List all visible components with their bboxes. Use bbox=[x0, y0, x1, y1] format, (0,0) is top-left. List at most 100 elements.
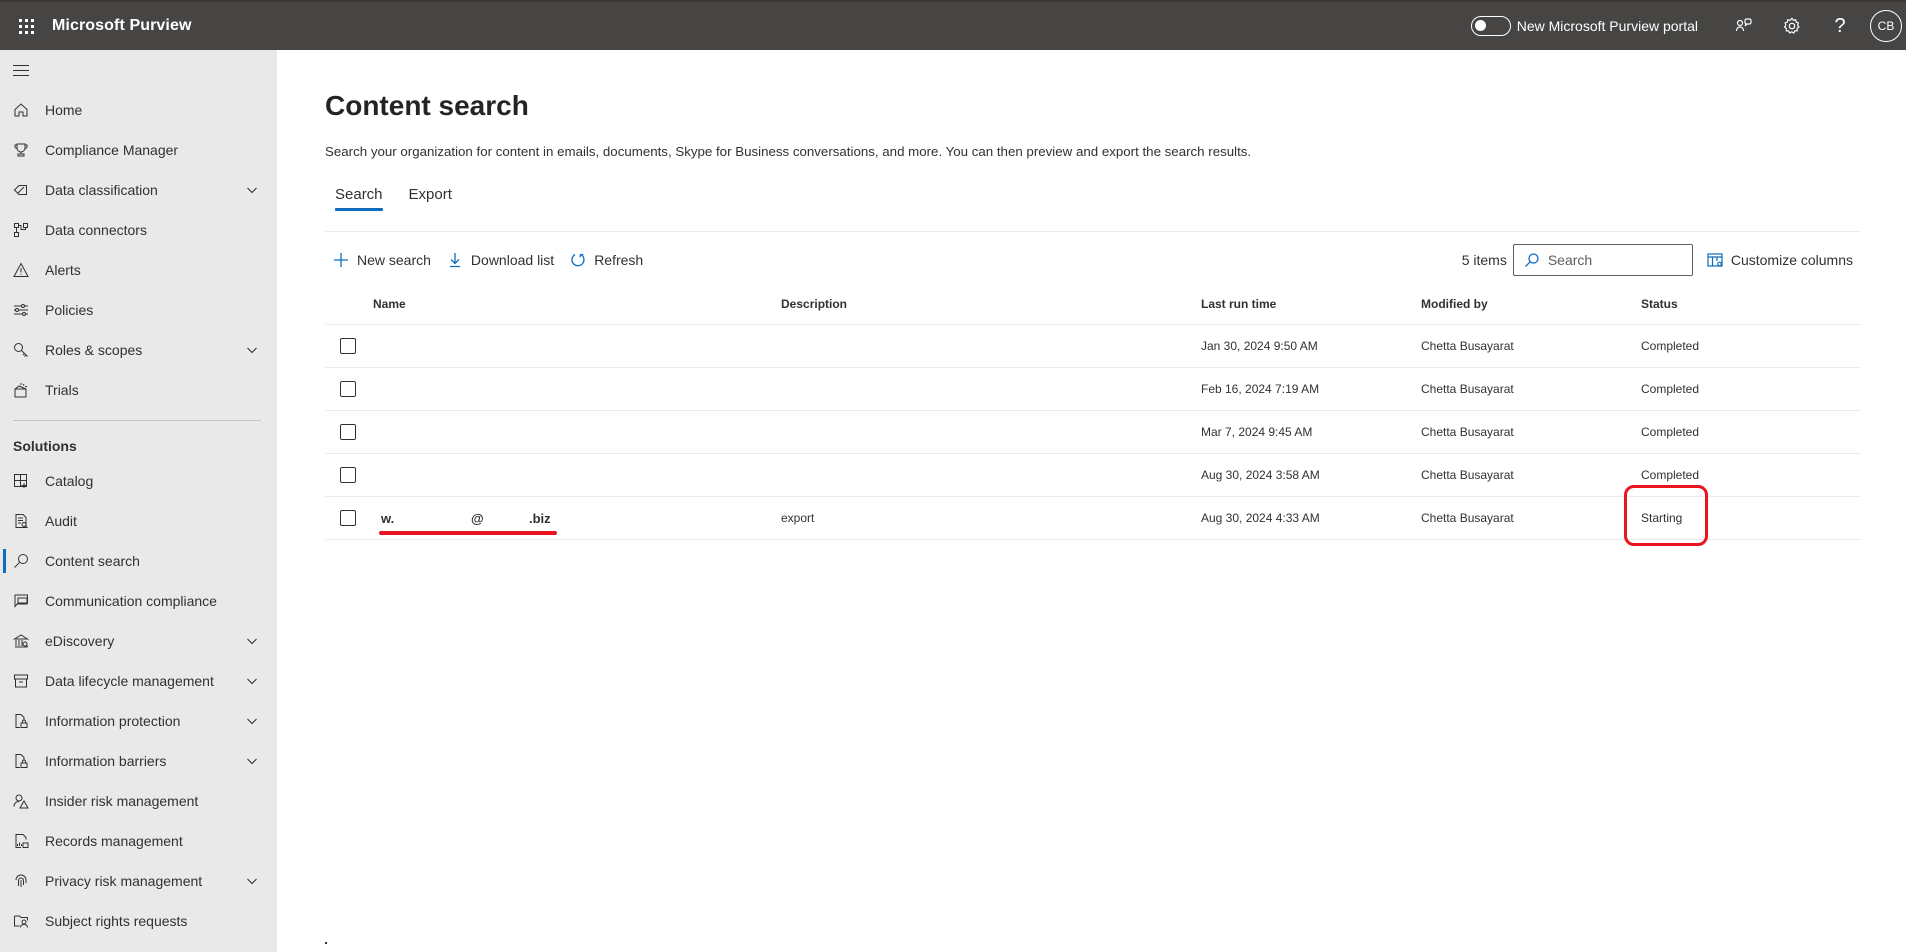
expand-toggle[interactable] bbox=[244, 715, 260, 727]
sidebar-item-label: Information barriers bbox=[45, 753, 167, 769]
sidebar-item-audit[interactable]: Audit bbox=[0, 501, 277, 541]
hamburger-icon bbox=[13, 64, 29, 76]
sidebar-item-privacy-risk-management[interactable]: Privacy risk management bbox=[0, 861, 277, 901]
chevron-down-icon bbox=[247, 638, 257, 645]
chevron-down-icon bbox=[247, 347, 257, 354]
new-search-button[interactable]: New search bbox=[325, 244, 439, 276]
settings-icon bbox=[1783, 17, 1800, 34]
row-checkbox[interactable] bbox=[340, 424, 356, 440]
community-button[interactable] bbox=[1720, 2, 1768, 50]
records-icon bbox=[15, 834, 29, 848]
app-title[interactable]: Microsoft Purview bbox=[52, 17, 192, 35]
table-row[interactable]: Mar 7, 2024 9:45 AM Chetta Busayarat Com… bbox=[325, 411, 1861, 454]
archive-icon bbox=[14, 674, 28, 688]
row-name-part: .biz bbox=[529, 510, 551, 526]
new-search-label: New search bbox=[357, 252, 431, 268]
new-portal-toggle-label: New Microsoft Purview portal bbox=[1516, 18, 1698, 34]
sidebar-item-home[interactable]: Home bbox=[0, 90, 277, 130]
sidebar-item-label: Compliance Manager bbox=[45, 142, 179, 158]
row-modified-by: Chetta Busayarat bbox=[1421, 425, 1514, 439]
row-name-part: w. bbox=[381, 510, 395, 526]
tab-export[interactable]: Export bbox=[399, 178, 462, 211]
sidebar-item-data-classification[interactable]: Data classification bbox=[0, 170, 277, 210]
catalog-icon bbox=[14, 474, 27, 488]
sidebar-item-label: eDiscovery bbox=[45, 633, 115, 649]
sidebar-item-policies[interactable]: Policies bbox=[0, 290, 277, 330]
settings-button[interactable] bbox=[1768, 2, 1816, 50]
collapse-nav-button[interactable] bbox=[0, 50, 277, 90]
chevron-down-icon bbox=[247, 758, 257, 765]
nav-divider bbox=[13, 420, 261, 421]
sidebar-item-data-connectors[interactable]: Data connectors bbox=[0, 210, 277, 250]
app-launcher-button[interactable] bbox=[0, 2, 52, 50]
refresh-button[interactable]: Refresh bbox=[562, 244, 651, 276]
download-list-button[interactable]: Download list bbox=[439, 244, 562, 276]
sidebar-item-label: Roles & scopes bbox=[45, 342, 143, 358]
trophy-icon bbox=[14, 143, 28, 157]
expand-toggle[interactable] bbox=[244, 675, 260, 687]
expand-toggle[interactable] bbox=[244, 755, 260, 767]
row-checkbox[interactable] bbox=[340, 381, 356, 397]
gift-icon bbox=[14, 383, 27, 398]
person-warning-icon bbox=[13, 794, 29, 809]
sidebar-item-records-management[interactable]: Records management bbox=[0, 821, 277, 861]
table-row[interactable]: Jan 30, 2024 9:50 AM Chetta Busayarat Co… bbox=[325, 325, 1861, 368]
row-name-link[interactable]: w. @ .biz bbox=[373, 510, 557, 535]
sidebar-item-label: Insider risk management bbox=[45, 793, 199, 809]
row-checkbox[interactable] bbox=[340, 510, 356, 526]
tab-list: Search Export bbox=[325, 178, 468, 211]
tab-search[interactable]: Search bbox=[325, 178, 393, 211]
sidebar-item-ediscovery[interactable]: eDiscovery bbox=[0, 621, 277, 661]
row-modified-by: Chetta Busayarat bbox=[1421, 511, 1514, 525]
table-row[interactable]: Feb 16, 2024 7:19 AM Chetta Busayarat Co… bbox=[325, 368, 1861, 411]
help-button[interactable]: ? bbox=[1816, 2, 1864, 50]
page-title: Content search bbox=[325, 90, 529, 121]
left-nav: Home Compliance Manager Data classificatio… bbox=[0, 50, 277, 952]
expand-toggle[interactable] bbox=[244, 184, 260, 196]
nav-section-solutions: Solutions bbox=[13, 438, 77, 454]
help-icon: ? bbox=[1834, 14, 1846, 37]
sidebar-item-compliance-manager[interactable]: Compliance Manager bbox=[0, 130, 277, 170]
nav-primary: Home Compliance Manager Data classificatio… bbox=[0, 90, 277, 410]
column-header-status[interactable]: Status bbox=[1641, 297, 1861, 311]
sidebar-item-catalog[interactable]: Catalog bbox=[0, 461, 277, 501]
sidebar-item-insider-risk-management[interactable]: Insider risk management bbox=[0, 781, 277, 821]
sidebar-item-roles-scopes[interactable]: Roles & scopes bbox=[0, 330, 277, 370]
nav-solutions: Catalog Audit Content search Communication … bbox=[0, 461, 277, 941]
sidebar-item-content-search[interactable]: Content search bbox=[0, 541, 277, 581]
sidebar-item-data-lifecycle-management[interactable]: Data lifecycle management bbox=[0, 661, 277, 701]
ediscovery-icon bbox=[13, 634, 29, 648]
download-icon bbox=[449, 253, 460, 268]
sidebar-item-information-barriers[interactable]: Information barriers bbox=[0, 741, 277, 781]
sidebar-item-label: Trials bbox=[45, 382, 79, 398]
sidebar-item-label: Communication compliance bbox=[45, 593, 217, 609]
sidebar-item-label: Data lifecycle management bbox=[45, 673, 214, 689]
expand-toggle[interactable] bbox=[244, 344, 260, 356]
search-box[interactable] bbox=[1512, 244, 1693, 276]
search-input[interactable] bbox=[1547, 252, 1678, 268]
column-header-name[interactable]: Name bbox=[373, 297, 781, 311]
chevron-down-icon bbox=[247, 187, 257, 194]
expand-toggle[interactable] bbox=[244, 635, 260, 647]
column-header-modified-by[interactable]: Modified by bbox=[1421, 297, 1641, 311]
chevron-down-icon bbox=[247, 878, 257, 885]
sidebar-item-label: Home bbox=[45, 102, 83, 118]
column-header-description[interactable]: Description bbox=[781, 297, 1201, 311]
row-checkbox[interactable] bbox=[340, 467, 356, 483]
sidebar-item-label: Subject rights requests bbox=[45, 913, 188, 929]
row-status: Completed bbox=[1641, 339, 1700, 353]
stray-dot bbox=[325, 942, 327, 944]
sidebar-item-communication-compliance[interactable]: Communication compliance bbox=[0, 581, 277, 621]
folder-person-icon bbox=[14, 915, 28, 928]
new-portal-toggle[interactable] bbox=[1470, 16, 1511, 36]
expand-toggle[interactable] bbox=[244, 875, 260, 887]
avatar[interactable]: CB bbox=[1870, 10, 1902, 42]
sidebar-item-information-protection[interactable]: Information protection bbox=[0, 701, 277, 741]
sidebar-item-trials[interactable]: Trials bbox=[0, 370, 277, 410]
column-header-last-run-time[interactable]: Last run time bbox=[1201, 297, 1421, 311]
row-checkbox[interactable] bbox=[340, 338, 356, 354]
table-row-highlighted[interactable]: w. @ .biz export Aug 30, 2024 4:33 AM Chet… bbox=[325, 485, 1861, 546]
customize-columns-button[interactable]: Customize columns bbox=[1699, 244, 1861, 276]
sidebar-item-alerts[interactable]: Alerts bbox=[0, 250, 277, 290]
sidebar-item-subject-rights-requests[interactable]: Subject rights requests bbox=[0, 901, 277, 941]
